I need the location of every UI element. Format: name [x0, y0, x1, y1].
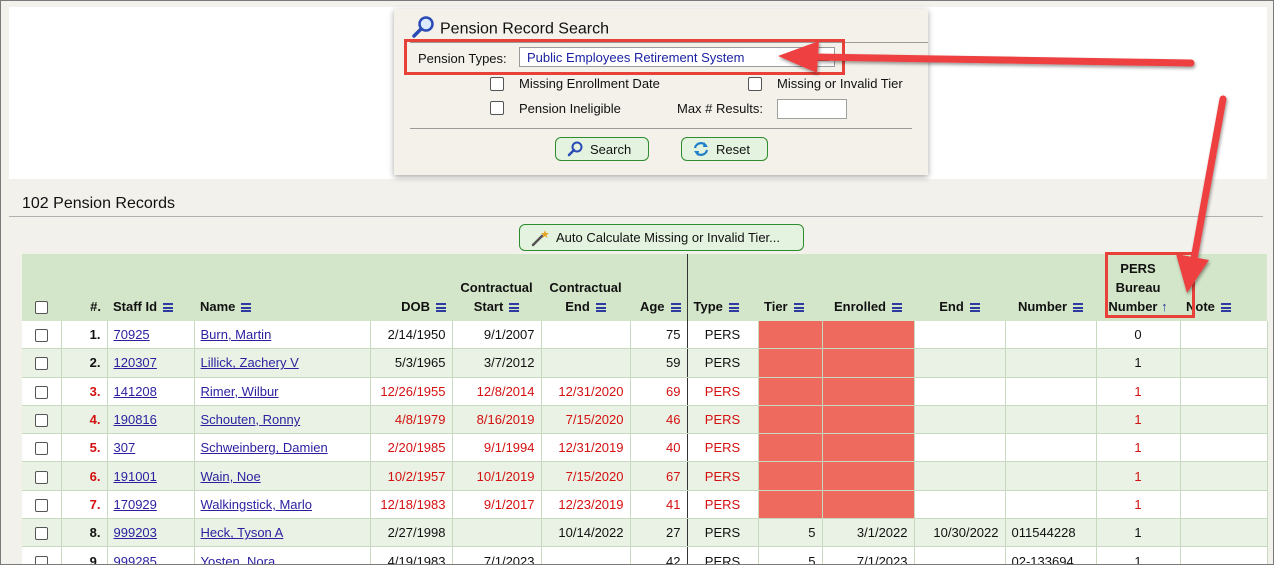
arrow-to-pension-types	[809, 53, 1195, 67]
arrow-to-pers-column	[1190, 95, 1227, 263]
annotation-arrows	[778, 41, 1227, 293]
app-frame: Pension Record Search Pension Types: Pub…	[0, 0, 1274, 565]
